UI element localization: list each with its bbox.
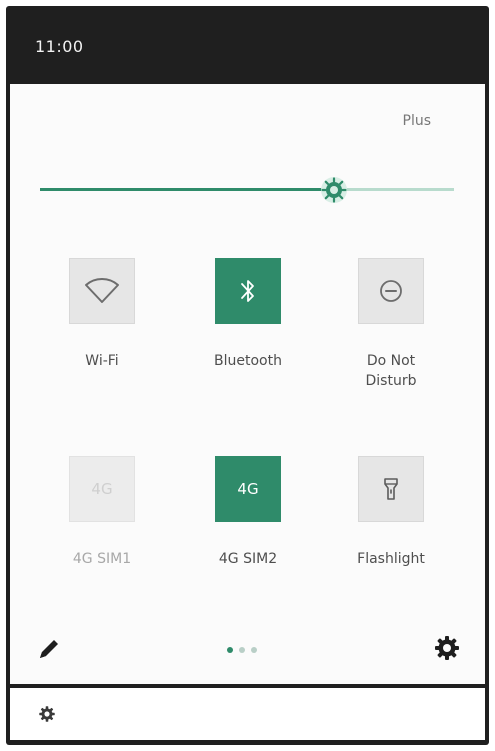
4g-icon: 4G xyxy=(91,480,113,498)
tile-do-not-disturb[interactable]: Do Not Disturb xyxy=(324,258,458,391)
tile-4g-sim2-button[interactable]: 4G xyxy=(215,456,281,522)
tile-do-not-disturb-button[interactable] xyxy=(358,258,424,324)
status-time: 11:00 xyxy=(35,37,84,56)
page-dot[interactable] xyxy=(239,647,245,653)
tile-wifi-label: Wi-Fi xyxy=(85,353,119,369)
wifi-icon xyxy=(85,278,119,303)
page-dot[interactable] xyxy=(227,647,233,653)
4g-icon: 4G xyxy=(237,480,259,498)
tile-do-not-disturb-label: Do Not Disturb xyxy=(365,353,417,389)
carrier-label: Plus xyxy=(402,113,432,129)
page-indicator xyxy=(227,647,257,653)
tile-wifi-button[interactable] xyxy=(69,258,135,324)
tile-flashlight[interactable]: Flashlight xyxy=(324,456,458,569)
tile-flashlight-label: Flashlight xyxy=(357,551,425,567)
tile-bluetooth-label: Bluetooth xyxy=(214,353,282,369)
tile-4g-sim1[interactable]: 4G 4G SIM1 xyxy=(35,456,169,569)
brightness-slider[interactable] xyxy=(40,176,454,204)
brightness-thumb-icon[interactable] xyxy=(320,176,348,204)
quick-settings-panel: Plus Wi-Fi Bluetooth Do Not Disturb 4G 4… xyxy=(10,84,485,684)
tile-4g-sim1-button[interactable]: 4G xyxy=(69,456,135,522)
do-not-disturb-icon xyxy=(380,280,402,302)
bluetooth-icon xyxy=(241,280,254,302)
brightness-fill xyxy=(40,188,334,191)
gear-icon[interactable] xyxy=(38,705,56,723)
tile-4g-sim2-label: 4G SIM2 xyxy=(218,551,278,567)
bottom-bar xyxy=(10,688,485,740)
tile-bluetooth-button[interactable] xyxy=(215,258,281,324)
edit-icon[interactable] xyxy=(36,636,62,662)
gear-icon[interactable] xyxy=(433,634,461,662)
status-bar: 11:00 xyxy=(6,6,489,84)
flashlight-icon xyxy=(384,478,398,500)
tile-flashlight-button[interactable] xyxy=(358,456,424,522)
tile-bluetooth[interactable]: Bluetooth xyxy=(181,258,315,371)
tile-4g-sim1-label: 4G SIM1 xyxy=(72,551,132,567)
tile-4g-sim2[interactable]: 4G 4G SIM2 xyxy=(181,456,315,569)
page-dot[interactable] xyxy=(251,647,257,653)
tile-wifi[interactable]: Wi-Fi xyxy=(35,258,169,371)
quick-settings-footer xyxy=(10,630,485,670)
